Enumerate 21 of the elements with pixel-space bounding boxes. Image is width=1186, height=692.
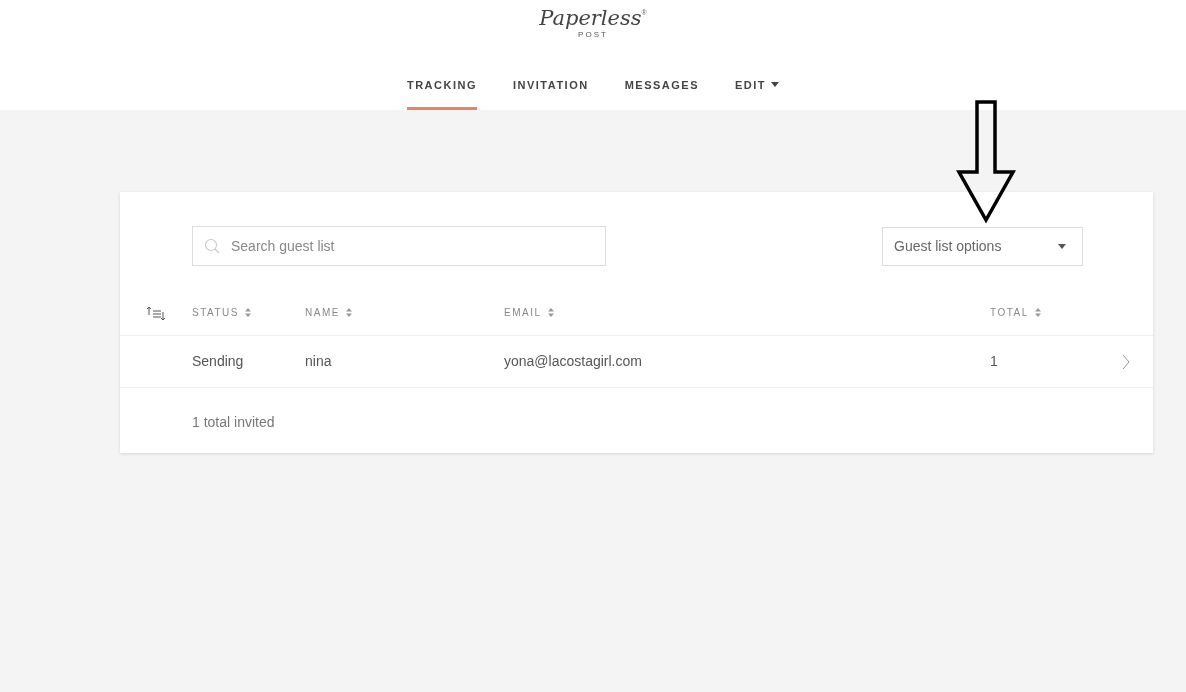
nav-tab[interactable]: MESSAGES <box>624 76 700 110</box>
table-cell: yona@lacostagirl.com <box>504 353 642 369</box>
nav-tab[interactable]: TRACKING <box>406 76 477 110</box>
table-cell: nina <box>305 353 332 369</box>
total-invited-text: 1 total invited <box>192 414 275 430</box>
table-row[interactable]: Sending nina yona@lacostagirl.com 1 <box>120 336 1153 388</box>
caret-icon <box>1058 243 1066 249</box>
chevron-right-icon <box>1122 354 1130 371</box>
guest-list-options-dropdown[interactable]: Guest list options <box>882 226 1083 266</box>
column-header[interactable]: STATUS <box>192 305 305 320</box>
nav-tab[interactable]: EDIT <box>735 76 780 110</box>
logo-subtitle: POST <box>578 31 608 39</box>
column-header[interactable]: TOTAL <box>990 305 1122 320</box>
table-cell: Sending <box>192 353 244 369</box>
search-field[interactable]: Search guest list <box>192 226 606 266</box>
logo-script: Paperless <box>539 6 642 30</box>
column-header[interactable]: NAME <box>305 305 504 320</box>
sort-icon <box>147 305 165 320</box>
table-cell: 1 <box>990 353 998 369</box>
nav-tab[interactable]: INVITATION <box>512 76 589 110</box>
column-header[interactable]: EMAIL <box>504 305 990 320</box>
